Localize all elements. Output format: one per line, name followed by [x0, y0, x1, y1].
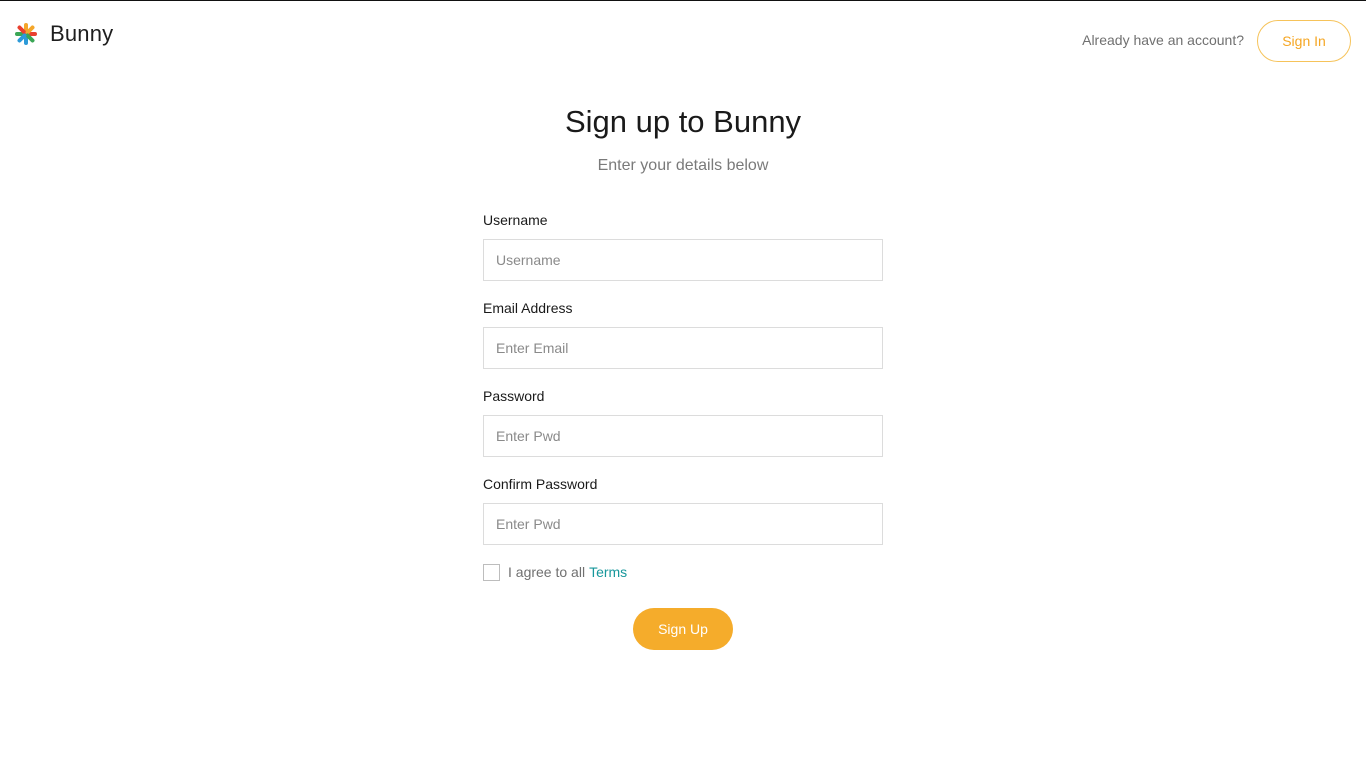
- confirm-password-label: Confirm Password: [483, 476, 598, 492]
- confirm-password-field[interactable]: [483, 503, 883, 545]
- site-header: Bunny Already have an account? Sign In: [0, 1, 1366, 77]
- terms-agreement-row: I agree to all Terms: [483, 562, 883, 582]
- brand-name: Bunny: [50, 21, 114, 46]
- terms-link[interactable]: Terms: [589, 564, 627, 580]
- password-field[interactable]: [483, 415, 883, 457]
- username-field[interactable]: [483, 239, 883, 281]
- brand-logo[interactable]: Bunny: [14, 21, 113, 47]
- email-field[interactable]: [483, 327, 883, 369]
- terms-checkbox[interactable]: [483, 563, 500, 581]
- page-subtitle: Enter your details below: [597, 157, 769, 174]
- password-label: Password: [483, 388, 545, 404]
- account-prompt-text: Already have an account?: [1082, 32, 1244, 48]
- page-title: Sign up to Bunny: [564, 104, 802, 139]
- terms-agreement-text: I agree to all: [508, 564, 586, 580]
- username-label: Username: [483, 212, 548, 228]
- email-label: Email Address: [483, 300, 573, 316]
- signup-form: Username Email Address Password Confirm …: [483, 210, 883, 582]
- sign-up-button[interactable]: Sign Up: [633, 608, 733, 650]
- sign-in-button[interactable]: Sign In: [1257, 20, 1351, 62]
- asterisk-flower-icon: [15, 23, 37, 45]
